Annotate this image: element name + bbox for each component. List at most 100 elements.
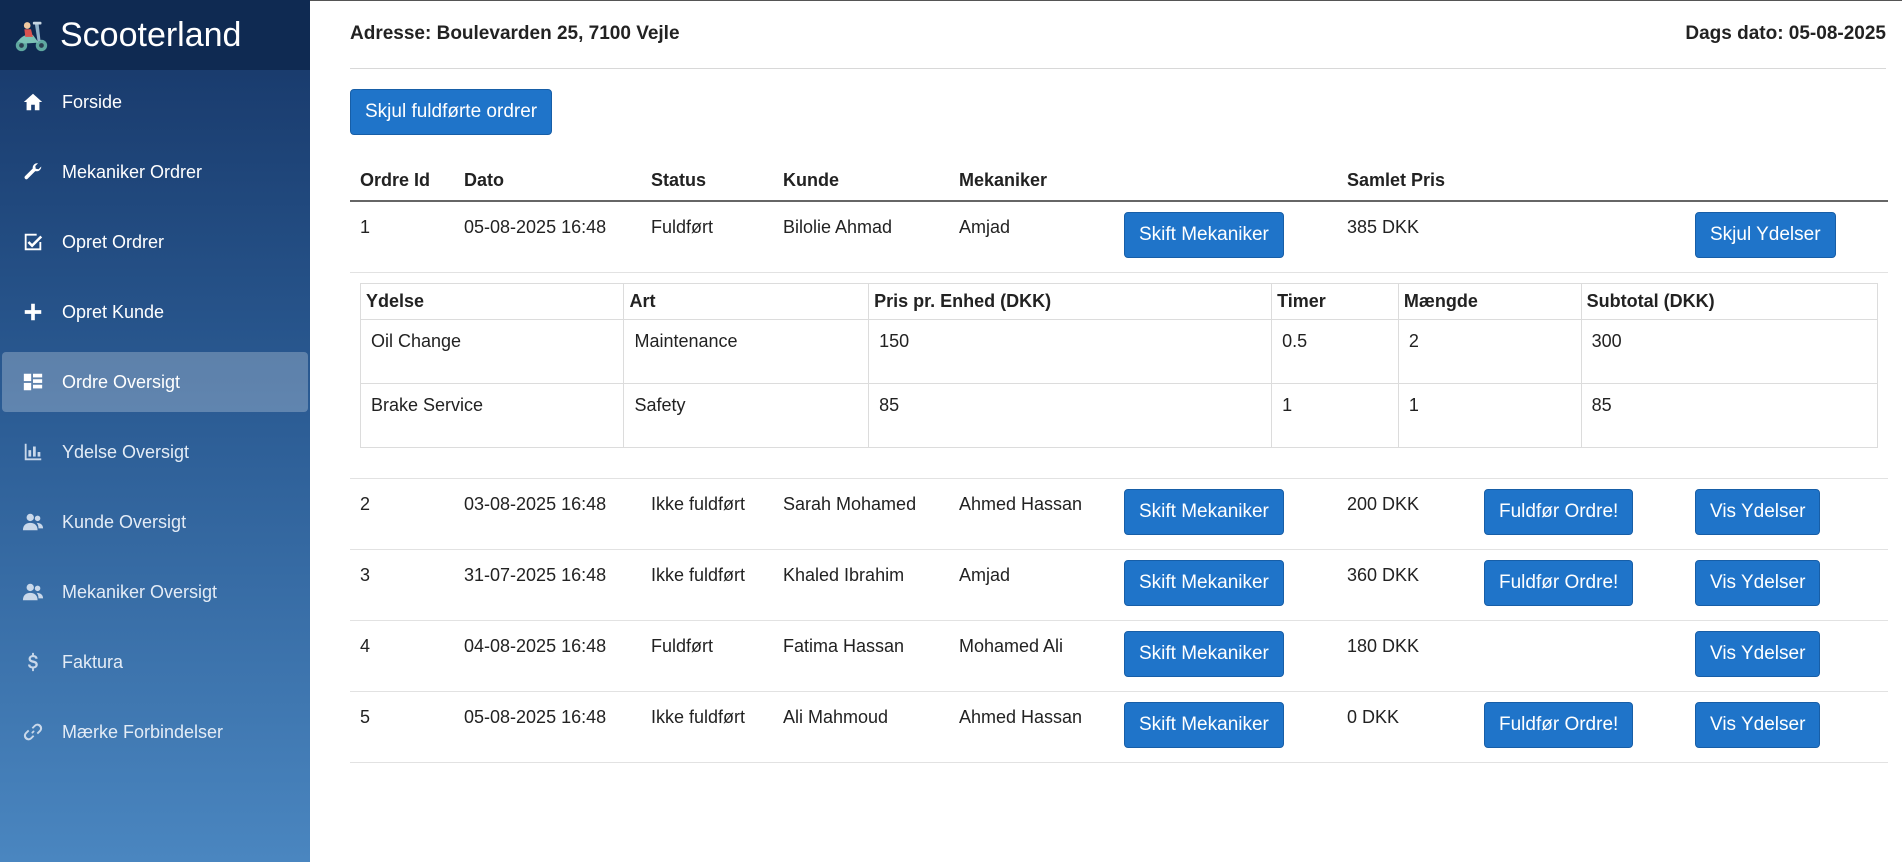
- sidebar-item-label: Mærke Forbindelser: [62, 721, 224, 742]
- order-date: 03-08-2025 16:48: [464, 494, 607, 514]
- order-date: 04-08-2025 16:48: [464, 636, 607, 656]
- users-icon: [20, 579, 46, 605]
- list-icon: [20, 369, 46, 395]
- column-header: Dato: [454, 160, 641, 202]
- sidebar-item-ordre-oversigt[interactable]: Ordre Oversigt: [2, 352, 308, 412]
- service-unit-price: 150: [868, 319, 1273, 384]
- table-row: 5 05-08-2025 16:48 Ikke fuldført Ali Mah…: [350, 691, 1888, 763]
- service-hours: 0.5: [1271, 319, 1399, 384]
- date-text: Dags dato: 05-08-2025: [1685, 23, 1886, 44]
- page-header: Adresse: Boulevarden 25, 7100 Vejle Dags…: [350, 0, 1886, 69]
- column-header: Subtotal (DKK): [1580, 283, 1879, 320]
- sidebar-item-opret-ordrer[interactable]: Opret Ordrer: [2, 212, 308, 272]
- service-row: Brake Service Safety 85 1 1 85: [359, 383, 1879, 448]
- table-row: 2 03-08-2025 16:48 Ikke fuldført Sarah M…: [350, 478, 1888, 550]
- order-customer: Sarah Mohamed: [783, 494, 917, 514]
- home-icon: [20, 89, 46, 115]
- change-mechanic-button[interactable]: Skift Mekaniker: [1124, 560, 1284, 606]
- order-customer: Bilolie Ahmad: [783, 217, 893, 237]
- service-quantity: 1: [1397, 383, 1582, 448]
- main-content: Adresse: Boulevarden 25, 7100 Vejle Dags…: [310, 0, 1902, 862]
- scooter-icon: [15, 21, 48, 52]
- order-id: 3: [360, 565, 371, 585]
- order-mechanic: Mohamed Ali: [959, 636, 1064, 656]
- order-mechanic: Amjad: [959, 217, 1011, 237]
- change-mechanic-button[interactable]: Skift Mekaniker: [1124, 702, 1284, 748]
- order-status: Ikke fuldført: [651, 494, 746, 514]
- brand-title: Scooterland: [60, 15, 242, 54]
- order-customer: Ali Mahmoud: [783, 707, 889, 727]
- sidebar-item-mekaniker-ordrer[interactable]: Mekaniker Ordrer: [2, 142, 308, 202]
- change-mechanic-button[interactable]: Skift Mekaniker: [1124, 631, 1284, 677]
- sidebar-item-kunde-oversigt[interactable]: Kunde Oversigt: [2, 492, 308, 552]
- dollar-icon: [20, 649, 46, 675]
- sidebar-item-label: Ordre Oversigt: [62, 371, 181, 392]
- service-quantity: 2: [1397, 319, 1582, 384]
- service-row: Oil Change Maintenance 150 0.5 2 300: [359, 319, 1879, 384]
- complete-order-button[interactable]: Fuldfør Ordre!: [1484, 489, 1634, 535]
- sidebar-item-opret-kunde[interactable]: Opret Kunde: [2, 282, 308, 342]
- sidebar-item-label: Opret Kunde: [62, 301, 165, 322]
- sidebar-item-forside[interactable]: Forside: [2, 72, 308, 132]
- sidebar-item-label: Kunde Oversigt: [62, 511, 187, 532]
- sidebar-item-maerke-forbindelser[interactable]: Mærke Forbindelser: [2, 702, 308, 762]
- order-total: 180 DKK: [1347, 636, 1420, 656]
- services-header-row: Ydelse Art Pris pr. Enhed (DKK) Timer Mæ…: [359, 283, 1879, 320]
- service-name: Brake Service: [359, 383, 625, 448]
- show-services-button[interactable]: Vis Ydelser: [1695, 560, 1821, 606]
- complete-order-button[interactable]: Fuldfør Ordre!: [1484, 560, 1634, 606]
- show-services-button[interactable]: Vis Ydelser: [1695, 631, 1821, 677]
- column-header: Kunde: [773, 160, 949, 202]
- order-id: 5: [360, 707, 371, 727]
- column-header: Mængde: [1397, 283, 1582, 320]
- change-mechanic-button[interactable]: Skift Mekaniker: [1124, 212, 1284, 258]
- order-status: Ikke fuldført: [651, 707, 746, 727]
- orders-table: Ordre Id Dato Status Kunde Mekaniker Sam…: [350, 160, 1888, 763]
- hide-completed-orders-button[interactable]: Skjul fuldførte ordrer: [350, 89, 553, 135]
- column-header: [1114, 160, 1337, 202]
- column-header: [1685, 160, 1888, 202]
- sidebar-item-label: Faktura: [62, 651, 124, 672]
- sidebar-item-faktura[interactable]: Faktura: [2, 632, 308, 692]
- complete-order-button[interactable]: Fuldfør Ordre!: [1484, 702, 1634, 748]
- order-mechanic: Amjad: [959, 565, 1011, 585]
- column-header: Ydelse: [359, 283, 625, 320]
- service-name: Oil Change: [359, 319, 625, 384]
- service-type: Maintenance: [623, 319, 870, 384]
- sidebar-item-mekaniker-oversigt[interactable]: Mekaniker Oversigt: [2, 562, 308, 622]
- order-total: 360 DKK: [1347, 565, 1420, 585]
- sidebar-item-label: Opret Ordrer: [62, 231, 165, 252]
- order-date: 05-08-2025 16:48: [464, 217, 607, 237]
- sidebar: Scooterland Forside Mekaniker Ordrer Opr…: [0, 0, 310, 862]
- order-id: 4: [360, 636, 371, 656]
- sidebar-nav: Forside Mekaniker Ordrer Opret Ordrer Op…: [0, 72, 310, 762]
- order-status: Fuldført: [651, 636, 714, 656]
- hide-services-button[interactable]: Skjul Ydelser: [1695, 212, 1836, 258]
- order-date: 31-07-2025 16:48: [464, 565, 607, 585]
- order-date: 05-08-2025 16:48: [464, 707, 607, 727]
- sidebar-item-label: Ydelse Oversigt: [62, 441, 190, 462]
- column-header: [1474, 160, 1685, 202]
- sidebar-item-ydelse-oversigt[interactable]: Ydelse Oversigt: [2, 422, 308, 482]
- order-mechanic: Ahmed Hassan: [959, 707, 1083, 727]
- column-header: Pris pr. Enhed (DKK): [868, 283, 1273, 320]
- bar-chart-icon: [20, 439, 46, 465]
- order-mechanic: Ahmed Hassan: [959, 494, 1083, 514]
- order-status: Fuldført: [651, 217, 714, 237]
- users-icon: [20, 509, 46, 535]
- service-subtotal: 300: [1580, 319, 1879, 384]
- brand[interactable]: Scooterland: [0, 0, 310, 70]
- column-header: Samlet Pris: [1337, 160, 1474, 202]
- sidebar-item-label: Mekaniker Ordrer: [62, 161, 203, 182]
- change-mechanic-button[interactable]: Skift Mekaniker: [1124, 489, 1284, 535]
- order-customer: Fatima Hassan: [783, 636, 905, 656]
- service-subtotal: 85: [1580, 383, 1879, 448]
- services-detail-row: Ydelse Art Pris pr. Enhed (DKK) Timer Mæ…: [350, 272, 1888, 479]
- column-header: Timer: [1271, 283, 1399, 320]
- checkbox-icon: [20, 229, 46, 255]
- sidebar-item-label: Forside: [62, 91, 123, 112]
- show-services-button[interactable]: Vis Ydelser: [1695, 702, 1821, 748]
- order-id: 2: [360, 494, 371, 514]
- show-services-button[interactable]: Vis Ydelser: [1695, 489, 1821, 535]
- table-row: 4 04-08-2025 16:48 Fuldført Fatima Hassa…: [350, 620, 1888, 692]
